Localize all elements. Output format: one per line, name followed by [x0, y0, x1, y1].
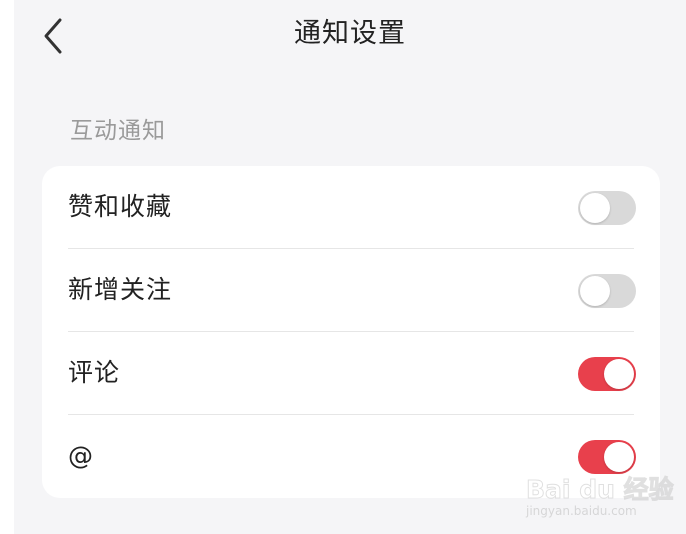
comments-toggle[interactable] [578, 357, 636, 391]
settings-card: 赞和收藏 新增关注 评论 @ [42, 166, 660, 498]
navigation-bar: 通知设置 [14, 0, 686, 74]
likes-and-favorites-toggle[interactable] [578, 191, 636, 225]
mentions-toggle[interactable] [578, 440, 636, 474]
toggle-knob [604, 442, 634, 472]
setting-row-mentions: @ [42, 415, 660, 498]
page-title: 通知设置 [294, 18, 406, 49]
toggle-knob [580, 276, 610, 306]
notification-settings-screen: 通知设置 互动通知 赞和收藏 新增关注 评论 @ [14, 0, 686, 534]
setting-row-new-followers: 新增关注 [42, 249, 660, 332]
setting-label: @ [68, 441, 94, 470]
setting-label: 赞和收藏 [68, 192, 173, 221]
toggle-knob [580, 193, 610, 223]
toggle-knob [604, 359, 634, 389]
section-header-interaction: 互动通知 [70, 118, 166, 144]
setting-label: 新增关注 [68, 275, 173, 304]
setting-row-comments: 评论 [42, 332, 660, 415]
setting-label: 评论 [68, 358, 121, 387]
new-followers-toggle[interactable] [578, 274, 636, 308]
setting-row-likes-and-favorites: 赞和收藏 [42, 166, 660, 249]
